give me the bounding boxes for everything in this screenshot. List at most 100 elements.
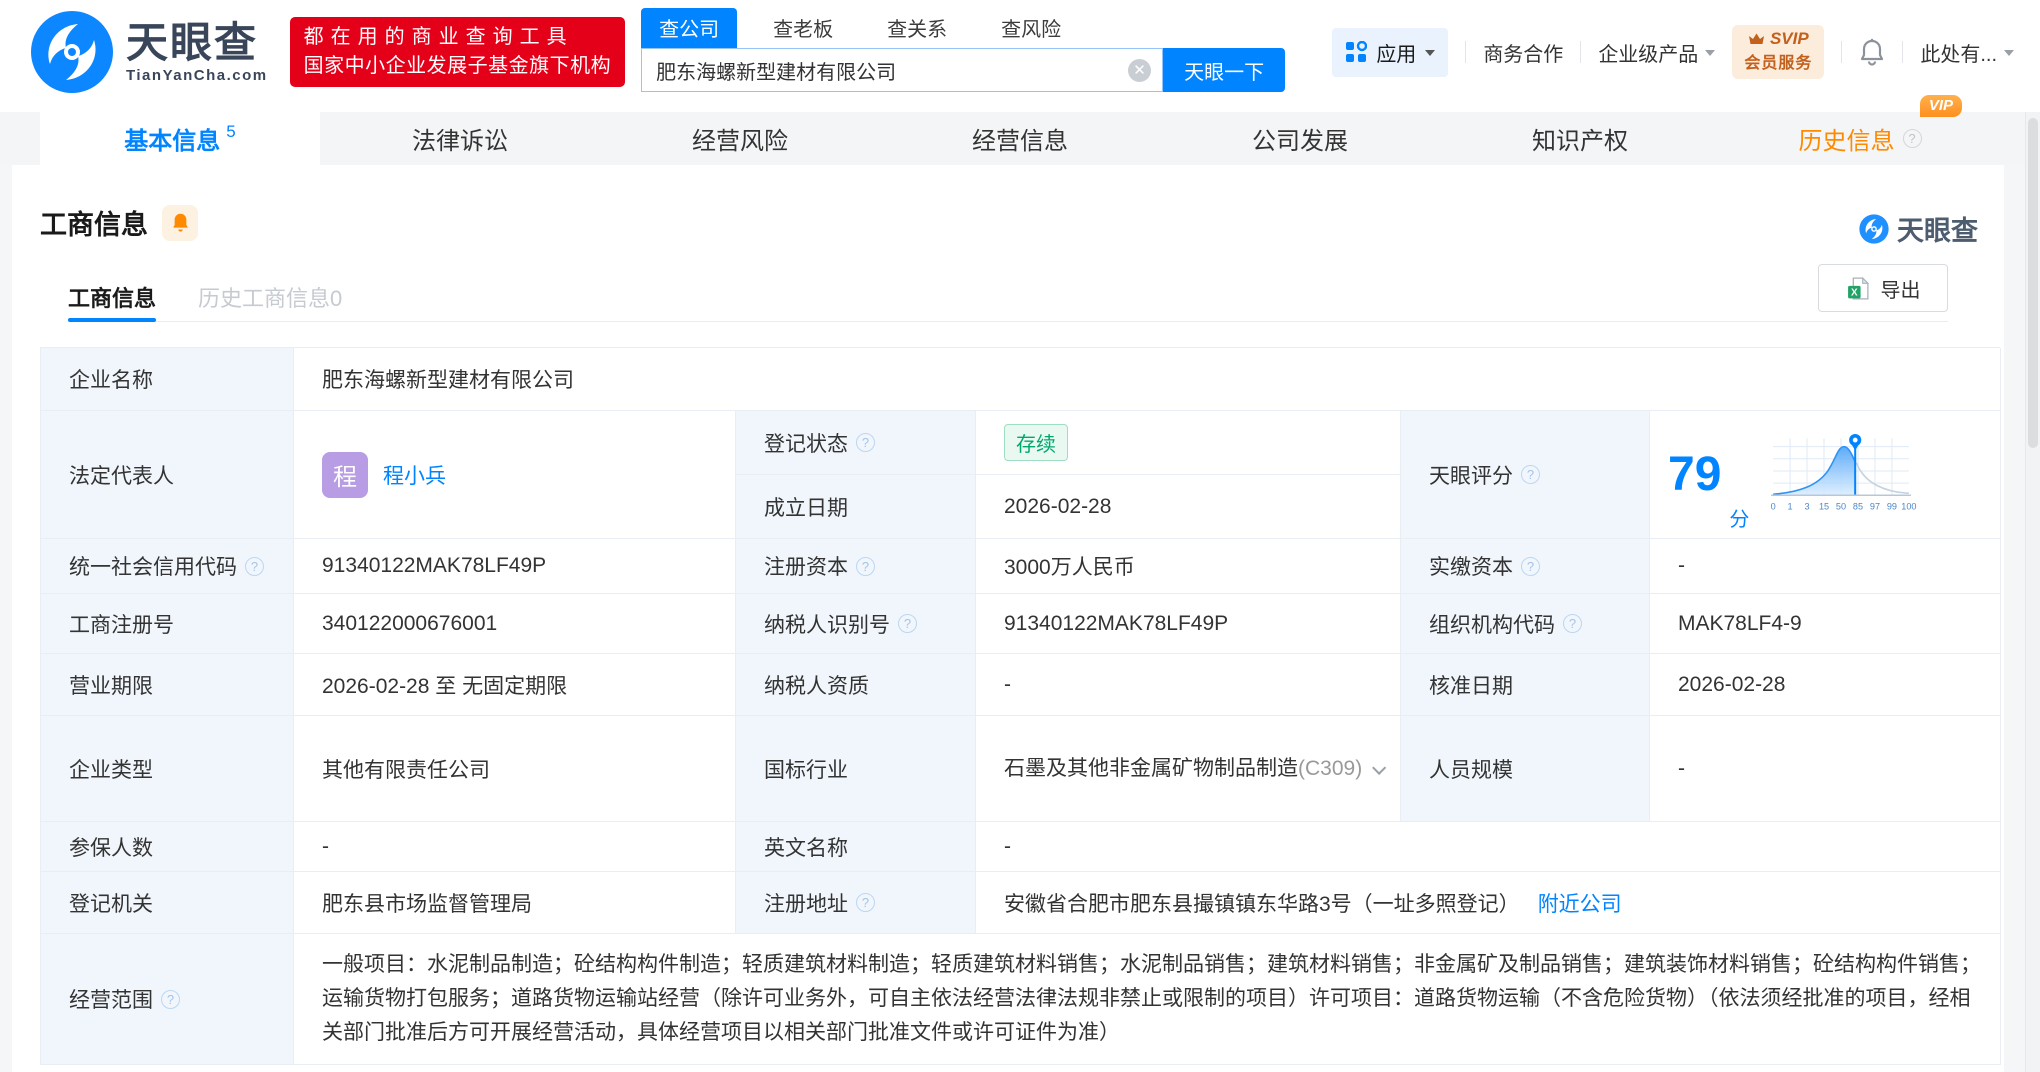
expand-chevron-icon[interactable] bbox=[1372, 760, 1387, 775]
field-label: 英文名称 bbox=[736, 822, 976, 872]
scrollbar-track[interactable] bbox=[2025, 112, 2040, 1072]
tab-label: 历史信息 bbox=[1798, 128, 1895, 155]
score-value[interactable]: 79 bbox=[1668, 450, 1721, 499]
help-icon[interactable]: ? bbox=[856, 433, 875, 452]
svip-member-button[interactable]: SVIP 会员服务 bbox=[1732, 25, 1825, 79]
search-tab-boss[interactable]: 查老板 bbox=[755, 8, 851, 48]
taxpayer-id-value: 91340122MAK78LF49P bbox=[976, 594, 1401, 654]
tab-legal-proceedings[interactable]: 法律诉讼 bbox=[320, 112, 600, 165]
chevron-down-icon bbox=[1425, 49, 1436, 61]
nav-business-cooperation[interactable]: 商务合作 bbox=[1483, 38, 1563, 67]
score-distribution-chart: 0 1 3 15 50 85 97 99 100 bbox=[1771, 433, 1917, 511]
staff-size-value: - bbox=[1650, 716, 2001, 822]
field-label: 法定代表人 bbox=[41, 411, 294, 539]
tianyancha-watermark-icon bbox=[1859, 213, 1889, 244]
help-icon[interactable]: ? bbox=[1563, 614, 1582, 633]
search-button[interactable]: 天眼一下 bbox=[1163, 48, 1286, 92]
score-axis-tick: 3 bbox=[1805, 501, 1810, 511]
tab-label: 知识产权 bbox=[1532, 128, 1628, 155]
tab-label: 基本信息 bbox=[124, 128, 221, 155]
tab-label: 法律诉讼 bbox=[412, 128, 508, 155]
notifications-bell-icon[interactable] bbox=[1859, 38, 1885, 66]
help-icon[interactable]: ? bbox=[856, 556, 875, 576]
svip-sublabel: 会员服务 bbox=[1744, 55, 1813, 72]
divider bbox=[1465, 41, 1467, 63]
field-label: 经营范围? bbox=[41, 934, 294, 1065]
help-icon[interactable]: ? bbox=[161, 989, 180, 1009]
legal-rep-link[interactable]: 程小兵 bbox=[383, 460, 446, 490]
field-label: 成立日期 bbox=[736, 475, 976, 539]
reg-number-value: 340122000676001 bbox=[294, 594, 736, 654]
tab-label: 经营风险 bbox=[692, 128, 788, 155]
company-type-value: 其他有限责任公司 bbox=[294, 716, 736, 822]
export-button[interactable]: X 导出 bbox=[1818, 264, 1948, 312]
divider bbox=[1902, 41, 1904, 63]
help-icon[interactable]: ? bbox=[1521, 556, 1540, 576]
industry-value: 石墨及其他非金属矿物制品制造(C309) bbox=[976, 716, 1401, 822]
subtab-business-info[interactable]: 工商信息 bbox=[68, 272, 157, 322]
tab-basic-info[interactable]: 基本信息 5 bbox=[40, 112, 320, 165]
business-info-table: 企业名称 肥东海螺新型建材有限公司 法定代表人 程 程小兵 登记状态? 存续 成… bbox=[40, 347, 2001, 1065]
search-tab-relation[interactable]: 查关系 bbox=[869, 8, 965, 48]
field-label: 实缴资本? bbox=[1401, 539, 1650, 594]
tianyancha-logo-icon bbox=[31, 11, 113, 93]
clear-search-icon[interactable]: ✕ bbox=[1128, 58, 1152, 82]
scrollbar-thumb[interactable] bbox=[2028, 118, 2038, 448]
chevron-down-icon bbox=[1705, 49, 1716, 61]
help-icon[interactable]: ? bbox=[856, 893, 875, 912]
reg-address-value: 安徽省合肥市肥东县撮镇镇东华路3号（一址多照登记） 附近公司 bbox=[976, 872, 2001, 934]
field-label: 营业期限 bbox=[41, 654, 294, 716]
score-axis-tick: 100 bbox=[1902, 501, 1917, 511]
subscribe-bell-button[interactable] bbox=[162, 204, 198, 241]
score-axis-tick: 1 bbox=[1788, 501, 1793, 511]
legal-rep-avatar[interactable]: 程 bbox=[322, 451, 368, 498]
search-tab-company[interactable]: 查公司 bbox=[641, 8, 738, 48]
score-axis-tick: 50 bbox=[1836, 501, 1846, 511]
help-icon[interactable]: ? bbox=[898, 614, 917, 633]
search-tab-risk[interactable]: 查风险 bbox=[983, 8, 1079, 48]
business-scope-value: 一般项目：水泥制品制造；砼结构构件制造；轻质建筑材料制造；轻质建筑材料销售；水泥… bbox=[294, 934, 2001, 1065]
tab-intellectual-property[interactable]: 知识产权 bbox=[1440, 112, 1720, 165]
nearby-companies-link[interactable]: 附近公司 bbox=[1538, 888, 1622, 918]
section-title: 工商信息 bbox=[40, 210, 148, 240]
user-menu-label: 此处有... bbox=[1920, 43, 1997, 66]
field-label: 纳税人识别号? bbox=[736, 594, 976, 654]
subtab-history-business-info[interactable]: 历史工商信息0 bbox=[198, 272, 342, 321]
field-label: 纳税人资质 bbox=[736, 654, 976, 716]
promo-line1: 都在用的商业查询工具 bbox=[303, 26, 574, 48]
header-nav: 应用 商务合作 企业级产品 SVIP 会员服务 此处有... bbox=[1332, 25, 2014, 79]
apps-label: 应用 bbox=[1376, 43, 1417, 66]
nav-enterprise-products[interactable]: 企业级产品 bbox=[1598, 38, 1716, 67]
score-axis-tick: 85 bbox=[1853, 501, 1863, 511]
reg-authority-value: 肥东县市场监督管理局 bbox=[294, 872, 736, 934]
tab-operation-risk[interactable]: 经营风险 bbox=[600, 112, 880, 165]
promo-line2: 国家中小企业发展子基金旗下机构 bbox=[303, 55, 612, 77]
score-axis-tick: 15 bbox=[1819, 501, 1829, 511]
tab-history-info[interactable]: 历史信息 ? VIP bbox=[1720, 95, 2000, 165]
svip-label: SVIP bbox=[1769, 29, 1809, 48]
help-icon[interactable]: ? bbox=[1902, 129, 1922, 148]
tab-operation-info[interactable]: 经营信息 bbox=[880, 112, 1160, 165]
field-label: 统一社会信用代码? bbox=[41, 539, 294, 594]
watermark-label: 天眼查 bbox=[1897, 216, 1978, 246]
tab-company-development[interactable]: 公司发展 bbox=[1160, 112, 1440, 165]
search-input[interactable] bbox=[642, 58, 1129, 82]
tianyancha-logo[interactable]: 天眼查 TianYanCha.com bbox=[30, 10, 268, 94]
field-label: 企业类型 bbox=[41, 716, 294, 822]
apps-grid-icon bbox=[1346, 41, 1368, 62]
subtabs-row: 工商信息 历史工商信息0 X 导出 bbox=[68, 264, 1948, 322]
tab-label: 公司发展 bbox=[1252, 128, 1348, 155]
divider bbox=[1580, 41, 1582, 63]
apps-menu-button[interactable]: 应用 bbox=[1332, 27, 1449, 77]
insured-count-value: - bbox=[294, 822, 736, 872]
help-icon[interactable]: ? bbox=[245, 556, 264, 576]
business-term-value: 2026-02-28 至 无固定期限 bbox=[294, 654, 736, 716]
tab-count-badge: 5 bbox=[226, 121, 236, 141]
nav-user-menu[interactable]: 此处有... bbox=[1920, 38, 2014, 67]
score-unit: 分 bbox=[1729, 509, 1750, 531]
approval-date-value: 2026-02-28 bbox=[1650, 654, 2001, 716]
tianyancha-watermark: 天眼查 bbox=[1859, 209, 1978, 248]
help-icon[interactable]: ? bbox=[1521, 465, 1540, 484]
industry-code: (C309) bbox=[1298, 756, 1363, 780]
business-info-card: 工商信息 天眼查 工商信息 历史工商信息0 X 导出 企业名称 肥东海螺新型建材… bbox=[12, 165, 2004, 1072]
